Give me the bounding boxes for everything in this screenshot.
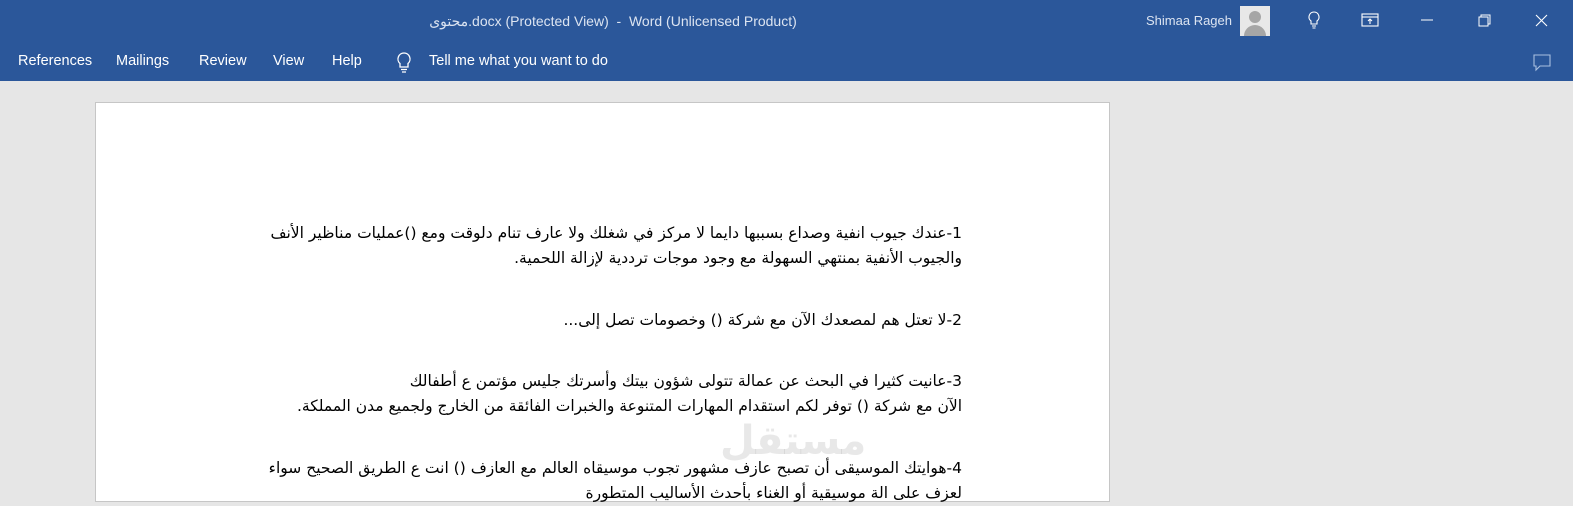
- avatar[interactable]: [1240, 6, 1270, 36]
- paragraph-line: 3-عانيت كثيرا في البحث عن عمالة تتولى شؤ…: [409, 372, 962, 390]
- comments-icon[interactable]: [1532, 52, 1552, 72]
- title-bar: محتوى.docx (Protected View) - Word (Unli…: [0, 0, 1573, 42]
- avatar-head-icon: [1249, 11, 1261, 23]
- paragraph-line: لعزف على الة موسيقية أو الغناء بأحدث الأ…: [585, 484, 962, 502]
- paragraph-line: الآن مع شركة () توفر لكم استقدام المهارا…: [296, 397, 962, 415]
- document-paragraph-2: 2-لا تعتل هم لمصعدك الآن مع شركة () وخصو…: [256, 308, 962, 333]
- tell-me-lightbulb-icon[interactable]: [395, 51, 413, 73]
- tab-review[interactable]: Review: [199, 53, 247, 69]
- tab-view[interactable]: View: [273, 53, 304, 69]
- paragraph-line: 4-هوايتك الموسيقى أن تصبح عازف مشهور تجو…: [268, 459, 962, 477]
- tell-me-search[interactable]: Tell me what you want to do: [429, 53, 608, 69]
- tab-help[interactable]: Help: [332, 53, 362, 69]
- minimize-icon[interactable]: [1410, 6, 1444, 34]
- close-icon[interactable]: [1524, 6, 1558, 34]
- document-paragraph-1: 1-عندك جيوب انفية وصداع بسببها دايما لا …: [256, 221, 962, 271]
- restore-icon[interactable]: [1467, 6, 1501, 34]
- tab-mailings[interactable]: Mailings: [116, 53, 169, 69]
- lightbulb-icon[interactable]: [1297, 6, 1331, 34]
- document-paragraph-4: 4-هوايتك الموسيقى أن تصبح عازف مشهور تجو…: [256, 456, 962, 506]
- avatar-body-icon: [1244, 25, 1266, 36]
- window-title: محتوى.docx (Protected View) - Word (Unli…: [429, 13, 797, 29]
- paragraph-line: 2-لا تعتل هم لمصعدك الآن مع شركة () وخصو…: [563, 311, 962, 329]
- ribbon-display-icon[interactable]: [1353, 6, 1387, 34]
- ribbon-tabs: References Mailings Review View Help Tel…: [0, 42, 1573, 81]
- paragraph-line: والجيوب الأنفية بمنتهي السهولة مع وجود م…: [514, 249, 962, 267]
- tab-references[interactable]: References: [18, 53, 92, 69]
- paragraph-line: 1-عندك جيوب انفية وصداع بسببها دايما لا …: [270, 224, 962, 242]
- document-page[interactable]: 1-عندك جيوب انفية وصداع بسببها دايما لا …: [95, 102, 1110, 502]
- user-name[interactable]: Shimaa Rageh: [1146, 13, 1232, 28]
- document-paragraph-3: 3-عانيت كثيرا في البحث عن عمالة تتولى شؤ…: [256, 369, 962, 419]
